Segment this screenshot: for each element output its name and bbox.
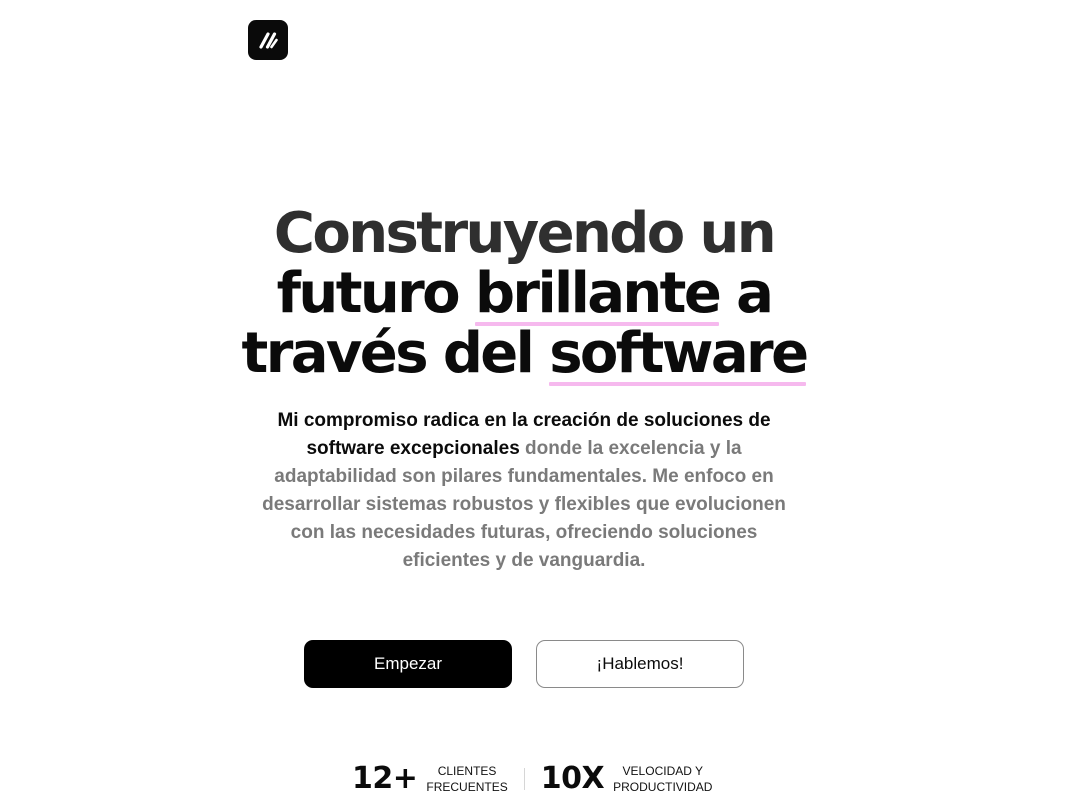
headline-text: futuro [276, 261, 475, 326]
hero-description: Mi compromiso radica en la creación de s… [254, 407, 794, 575]
headline-line-2: futuro brillante a [0, 261, 1048, 326]
highlighted-word-brillante: brillante [474, 261, 722, 326]
double-slash-logo-icon [259, 32, 278, 49]
stat-label-line: CLIENTES [437, 764, 497, 778]
stat-label-line: VELOCIDAD Y [622, 764, 704, 778]
stat-speed: 10X VELOCIDAD Y PRODUCTIVIDAD [541, 762, 713, 796]
headline-line-3: través del software [0, 321, 1048, 386]
start-button[interactable]: Empezar [304, 640, 512, 688]
stat-label-line: PRODUCTIVIDAD [613, 780, 713, 794]
stat-value: 12+ [352, 761, 418, 796]
hero-actions: Empezar ¡Hablemos! [304, 640, 744, 688]
stats-bar: 12+ CLIENTES FRECUENTES 10X VELOCIDAD Y … [352, 762, 712, 796]
stat-clients: 12+ CLIENTES FRECUENTES [352, 762, 508, 796]
hero-section: Construyendo un futuro brillante a travé… [0, 204, 1048, 575]
stats-divider [523, 768, 525, 790]
stat-label: CLIENTES FRECUENTES [426, 763, 507, 795]
headline-line-1: Construyendo un [273, 201, 777, 266]
hero-headline: Construyendo un futuro brillante a travé… [0, 201, 1048, 386]
highlighted-word-software: software [549, 321, 809, 386]
stat-label-line: FRECUENTES [426, 780, 508, 794]
stat-value: 10X [540, 761, 605, 796]
headline-text: a [719, 261, 774, 326]
headline-text: través del [241, 321, 550, 386]
brand-logo[interactable] [248, 20, 288, 60]
stat-label: VELOCIDAD Y PRODUCTIVIDAD [613, 763, 712, 795]
contact-button[interactable]: ¡Hablemos! [536, 640, 744, 688]
landing-page: Construyendo un futuro brillante a travé… [0, 0, 1080, 800]
